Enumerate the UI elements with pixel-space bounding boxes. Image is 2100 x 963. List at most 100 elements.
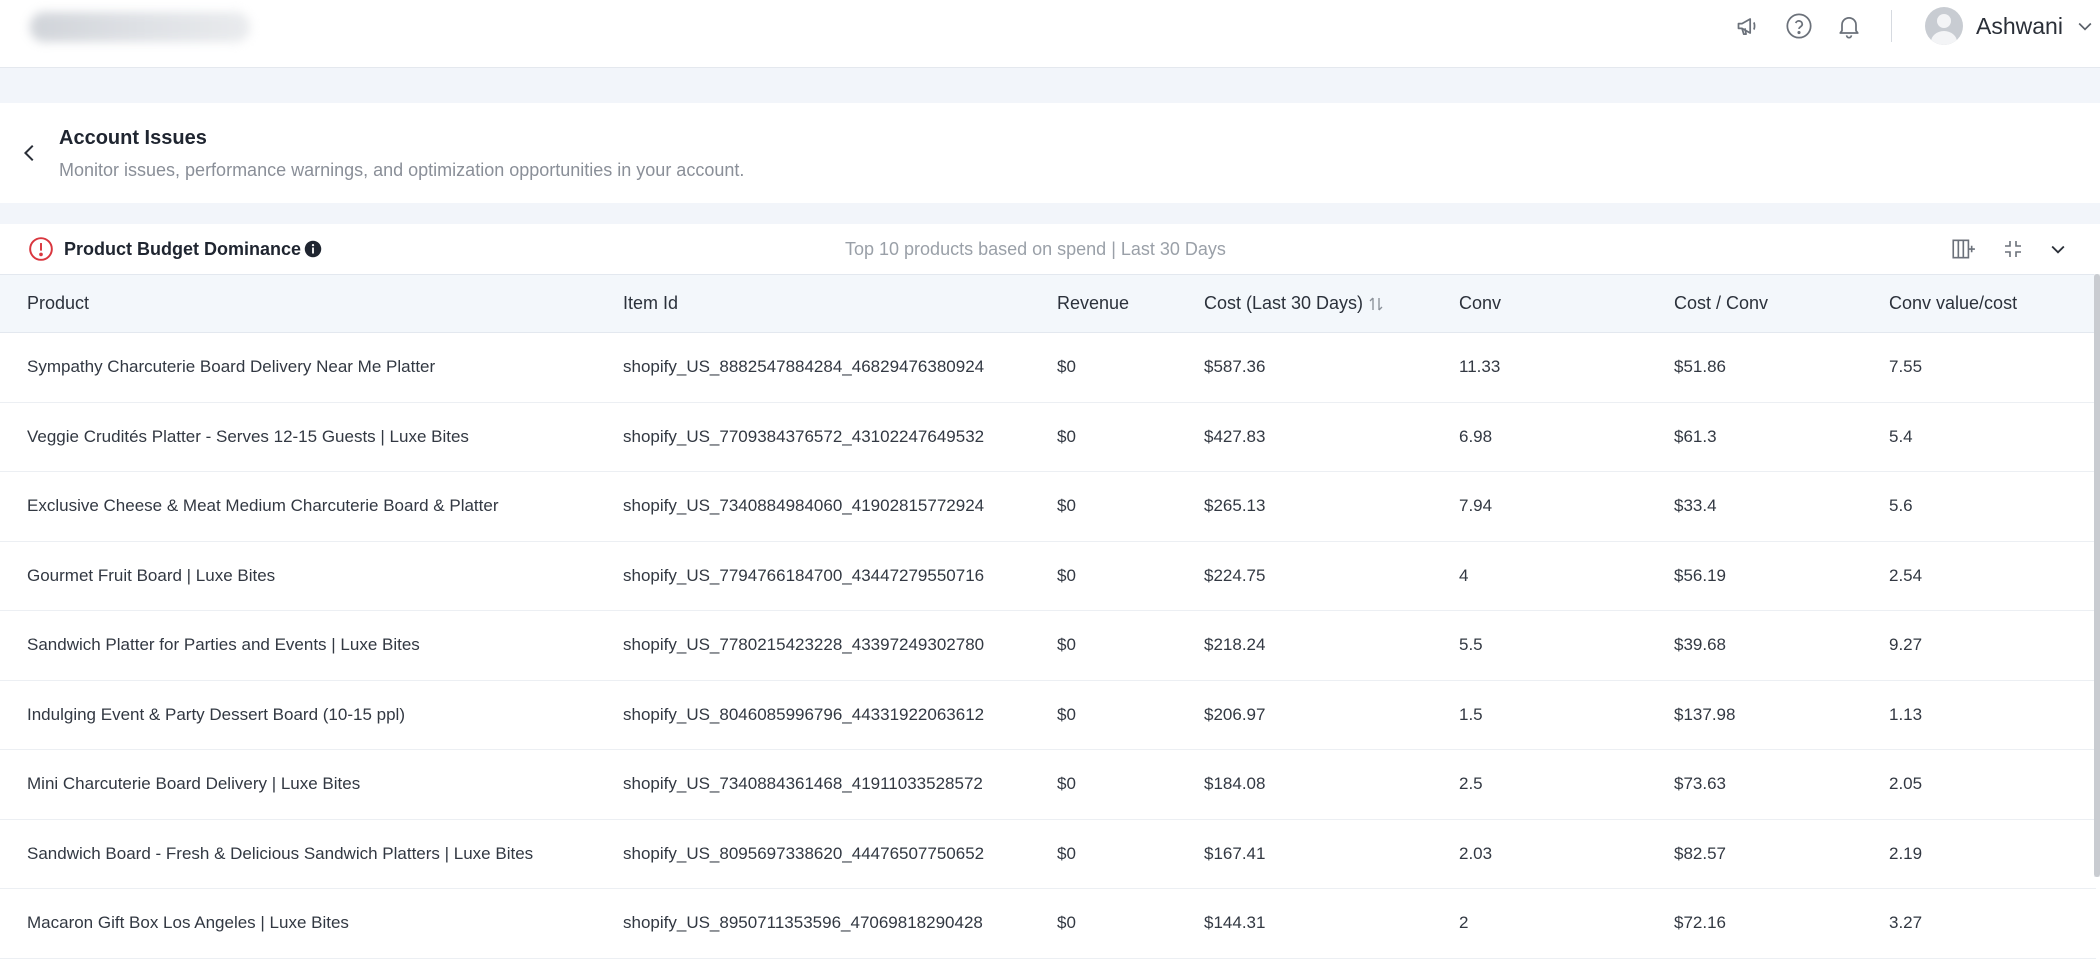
cell-cost: $427.83 — [1177, 402, 1432, 472]
table-row[interactable]: Exclusive Cheese & Meat Medium Charcuter… — [0, 471, 2096, 542]
cell-conv-value-cost: 5.6 — [1862, 471, 2096, 542]
cell-item-id: shopify_US_8882547884284_46829476380924 — [596, 332, 1030, 403]
table-row[interactable]: Gourmet Fruit Board | Luxe Bites shopify… — [0, 541, 2096, 611]
cell-cost: $587.36 — [1177, 332, 1432, 403]
cell-conv-value-cost: 1.13 — [1862, 680, 2096, 750]
page-subtitle: Monitor issues, performance warnings, an… — [59, 160, 745, 180]
cell-item-id: shopify_US_8950711353596_47069818290428 — [596, 888, 1030, 959]
column-header-cost-label: Cost (Last 30 Days) — [1204, 293, 1364, 313]
card-caption: Top 10 products based on spend | Last 30… — [845, 239, 1226, 259]
cell-cost-per-conv: $82.57 — [1647, 819, 1862, 889]
back-button[interactable] — [16, 139, 44, 167]
cell-cost-per-conv: $72.16 — [1647, 888, 1862, 959]
cell-conv: 11.33 — [1432, 332, 1647, 403]
table-row[interactable]: Macaron Gift Box Los Angeles | Luxe Bite… — [0, 888, 2096, 959]
cell-product: Veggie Crudités Platter - Serves 12-15 G… — [0, 402, 596, 472]
cell-conv-value-cost: 7.55 — [1862, 332, 2096, 403]
cell-product: Mini Charcuterie Board Delivery | Luxe B… — [0, 749, 596, 820]
cell-cost-per-conv: $33.4 — [1647, 471, 1862, 542]
cell-cost: $224.75 — [1177, 541, 1432, 611]
cell-item-id: shopify_US_7709384376572_43102247649532 — [596, 402, 1030, 472]
bell-icon[interactable] — [1834, 11, 1864, 41]
cell-conv: 7.94 — [1432, 471, 1647, 542]
cell-cost: $206.97 — [1177, 680, 1432, 750]
cell-product: Exclusive Cheese & Meat Medium Charcuter… — [0, 471, 596, 542]
sort-icon[interactable] — [1367, 295, 1385, 313]
cell-product: Sandwich Board - Fresh & Delicious Sandw… — [0, 819, 596, 889]
cell-item-id: shopify_US_7340884984060_41902815772924 — [596, 471, 1030, 542]
cell-conv-value-cost: 3.27 — [1862, 888, 2096, 959]
column-header-item-id[interactable]: Item Id — [596, 274, 1030, 333]
product-budget-card: Product Budget Dominance Top 10 products… — [0, 224, 2100, 963]
cell-conv: 1.5 — [1432, 680, 1647, 750]
cell-cost-per-conv: $61.3 — [1647, 402, 1862, 472]
user-menu[interactable]: Ashwani — [1925, 6, 2095, 46]
scrollbar-thumb[interactable] — [2094, 274, 2100, 877]
cell-cost: $184.08 — [1177, 749, 1432, 820]
cell-conv-value-cost: 5.4 — [1862, 402, 2096, 472]
table-row[interactable]: Indulging Event & Party Dessert Board (1… — [0, 680, 2096, 750]
cell-cost-per-conv: $137.98 — [1647, 680, 1862, 750]
cell-cost: $167.41 — [1177, 819, 1432, 889]
chevron-left-icon — [23, 144, 34, 162]
cell-cost: $218.24 — [1177, 610, 1432, 681]
cell-revenue: $0 — [1030, 402, 1177, 472]
cell-conv: 6.98 — [1432, 402, 1647, 472]
cell-revenue: $0 — [1030, 471, 1177, 542]
cell-cost: $144.31 — [1177, 888, 1432, 959]
table-row[interactable]: Mini Charcuterie Board Delivery | Luxe B… — [0, 749, 2096, 820]
alert-circle-icon — [29, 237, 53, 261]
cell-item-id: shopify_US_7780215423228_43397249302780 — [596, 610, 1030, 681]
cell-revenue: $0 — [1030, 819, 1177, 889]
collapse-view-button[interactable] — [1998, 234, 2028, 264]
cell-revenue: $0 — [1030, 332, 1177, 403]
cell-revenue: $0 — [1030, 680, 1177, 750]
cell-conv-value-cost: 2.19 — [1862, 819, 2096, 889]
cell-item-id: shopify_US_8095697338620_44476507750652 — [596, 819, 1030, 889]
column-header-product[interactable]: Product — [0, 274, 596, 333]
chevron-down-icon — [2051, 245, 2065, 254]
cell-item-id: shopify_US_7340884361468_41911033528572 — [596, 749, 1030, 820]
cell-revenue: $0 — [1030, 749, 1177, 820]
products-table: Product Item Id Revenue Cost (Last 30 Da… — [0, 274, 2096, 959]
user-name: Ashwani — [1976, 12, 2063, 39]
cell-item-id: shopify_US_8046085996796_44331922063612 — [596, 680, 1030, 750]
cell-revenue: $0 — [1030, 541, 1177, 611]
cell-conv-value-cost: 9.27 — [1862, 610, 2096, 681]
column-header-conv[interactable]: Conv — [1432, 274, 1647, 333]
column-header-cost-per-conv[interactable]: Cost / Conv — [1647, 274, 1862, 333]
column-header-cost[interactable]: Cost (Last 30 Days) — [1177, 274, 1432, 333]
table-header-row: Product Item Id Revenue Cost (Last 30 Da… — [0, 274, 2096, 333]
cell-cost-per-conv: $39.68 — [1647, 610, 1862, 681]
cell-product: Macaron Gift Box Los Angeles | Luxe Bite… — [0, 888, 596, 959]
card-header: Product Budget Dominance Top 10 products… — [0, 224, 2100, 274]
info-icon[interactable] — [304, 240, 322, 258]
megaphone-icon[interactable] — [1734, 11, 1764, 41]
column-header-conv-value-cost[interactable]: Conv value/cost — [1862, 274, 2096, 333]
cell-cost-per-conv: $73.63 — [1647, 749, 1862, 820]
cell-conv: 2.03 — [1432, 819, 1647, 889]
help-icon[interactable] — [1784, 11, 1814, 41]
chevron-down-icon — [2078, 22, 2092, 31]
page-title: Account Issues — [59, 127, 207, 149]
cell-product: Indulging Event & Party Dessert Board (1… — [0, 680, 596, 750]
cell-product: Gourmet Fruit Board | Luxe Bites — [0, 541, 596, 611]
cell-product: Sandwich Platter for Parties and Events … — [0, 610, 596, 681]
columns-button[interactable] — [1948, 234, 1978, 264]
cell-conv: 2.5 — [1432, 749, 1647, 820]
table-row[interactable]: Sandwich Board - Fresh & Delicious Sandw… — [0, 819, 2096, 889]
expand-toggle-button[interactable] — [2043, 234, 2073, 264]
cell-conv: 4 — [1432, 541, 1647, 611]
cell-cost-per-conv: $56.19 — [1647, 541, 1862, 611]
column-header-revenue[interactable]: Revenue — [1030, 274, 1177, 333]
cell-product: Sympathy Charcuterie Board Delivery Near… — [0, 332, 596, 403]
cell-cost: $265.13 — [1177, 471, 1432, 542]
table-row[interactable]: Sandwich Platter for Parties and Events … — [0, 610, 2096, 681]
cell-revenue: $0 — [1030, 610, 1177, 681]
cell-conv-value-cost: 2.54 — [1862, 541, 2096, 611]
table-row[interactable]: Veggie Crudités Platter - Serves 12-15 G… — [0, 402, 2096, 472]
avatar — [1925, 7, 1963, 45]
table-row[interactable]: Sympathy Charcuterie Board Delivery Near… — [0, 332, 2096, 403]
cell-conv: 2 — [1432, 888, 1647, 959]
brand-logo-blurred — [30, 12, 250, 42]
